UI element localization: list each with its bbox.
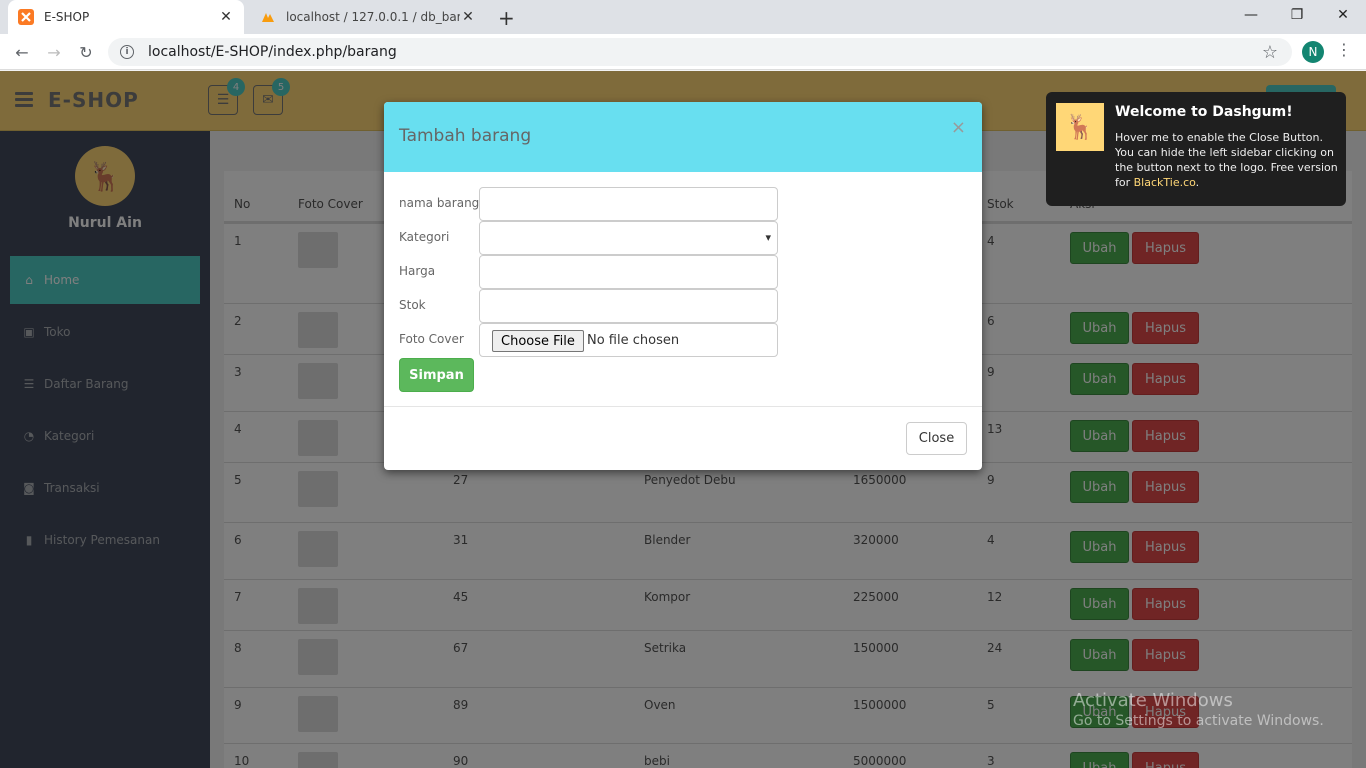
notification-text: Hover me to enable the Close Button. You… xyxy=(1115,130,1341,190)
notification-title: Welcome to Dashgum! xyxy=(1115,104,1293,120)
blacktie-link[interactable]: BlackTie.co xyxy=(1134,176,1196,189)
label-harga: Harga xyxy=(399,264,436,278)
no-file-text: No file chosen xyxy=(587,333,680,348)
tab-phpmyadmin[interactable]: localhost / 127.0.0.1 / db_barang ✕ xyxy=(250,0,486,34)
back-icon[interactable]: ← xyxy=(10,40,34,64)
bookmark-star-icon[interactable]: ☆ xyxy=(1262,42,1278,63)
browser-menu-icon[interactable]: ⋮ xyxy=(1336,40,1352,59)
maximize-icon[interactable]: ❐ xyxy=(1274,0,1320,30)
browser-tabbar: E-SHOP ✕ localhost / 127.0.0.1 / db_bara… xyxy=(0,0,1366,34)
simpan-button[interactable]: Simpan xyxy=(399,358,474,392)
tab-title: localhost / 127.0.0.1 / db_barang xyxy=(286,10,460,24)
url-text: localhost/E-SHOP/index.php/barang xyxy=(148,44,397,60)
welcome-notification[interactable]: 🦌 Welcome to Dashgum! Hover me to enable… xyxy=(1046,92,1346,206)
minimize-icon[interactable]: — xyxy=(1228,0,1274,30)
label-kategori: Kategori xyxy=(399,230,450,244)
modal-title: Tambah barang xyxy=(399,126,532,146)
watermark-line1: Activate Windows xyxy=(1073,690,1233,711)
choose-file-button[interactable]: Choose File xyxy=(492,330,584,352)
close-tab-icon[interactable]: ✕ xyxy=(460,9,476,25)
stok-input[interactable] xyxy=(479,289,778,323)
label-foto: Foto Cover xyxy=(399,332,464,346)
label-nama: nama barang xyxy=(399,196,480,210)
close-button[interactable]: Close xyxy=(906,422,967,455)
activate-windows-watermark: Activate Windows Go to Settings to activ… xyxy=(1073,690,1324,729)
add-item-modal: Tambah barang × nama barang Kategori Har… xyxy=(384,102,982,470)
tab-title: E-SHOP xyxy=(44,10,90,24)
info-icon[interactable]: i xyxy=(120,45,134,59)
modal-footer-divider xyxy=(384,406,982,407)
profile-avatar[interactable]: N xyxy=(1302,41,1324,63)
tab-eshop[interactable]: E-SHOP ✕ xyxy=(8,0,244,34)
new-tab-icon[interactable]: + xyxy=(498,6,515,30)
modal-header: Tambah barang × xyxy=(384,102,982,172)
watermark-line2: Go to Settings to activate Windows. xyxy=(1073,713,1324,729)
label-stok: Stok xyxy=(399,298,426,312)
close-tab-icon[interactable]: ✕ xyxy=(218,9,234,25)
harga-input[interactable] xyxy=(479,255,778,289)
close-icon[interactable]: × xyxy=(951,117,966,138)
reload-icon[interactable]: ↻ xyxy=(74,40,98,64)
close-window-icon[interactable]: ✕ xyxy=(1320,0,1366,30)
xampp-icon xyxy=(18,9,34,25)
url-field[interactable]: i localhost/E-SHOP/index.php/barang ☆ xyxy=(108,38,1292,66)
address-bar-row: ← → ↻ i localhost/E-SHOP/index.php/baran… xyxy=(0,34,1366,70)
kategori-select[interactable] xyxy=(479,221,778,255)
notification-end: . xyxy=(1195,176,1200,189)
phpmyadmin-icon xyxy=(260,9,276,25)
nama-barang-input[interactable] xyxy=(479,187,778,221)
deer-logo-icon: 🦌 xyxy=(1056,103,1104,151)
forward-icon[interactable]: → xyxy=(42,40,66,64)
